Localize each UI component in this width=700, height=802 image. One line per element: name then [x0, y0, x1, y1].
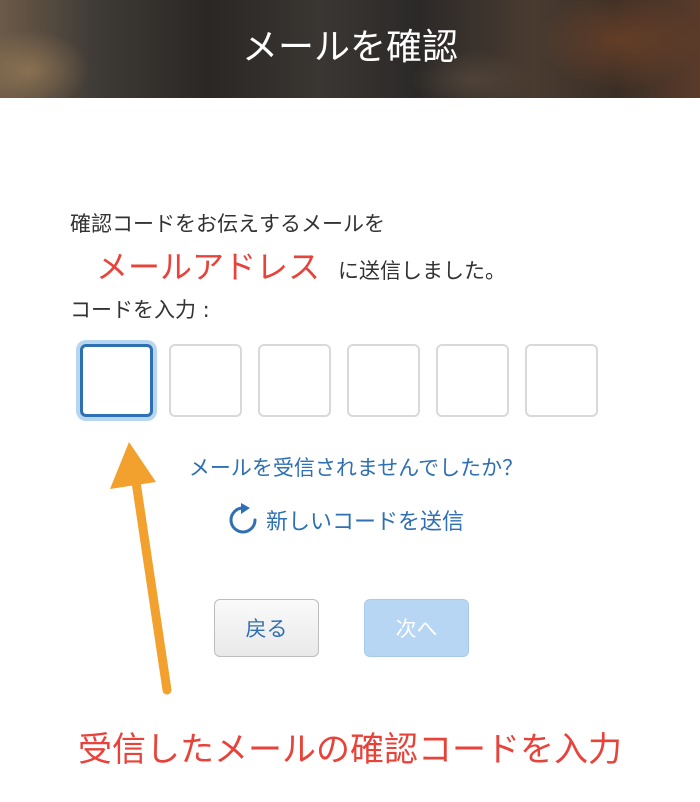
arrow-up-icon — [110, 442, 172, 695]
instruction-caption: 受信したメールの確認コードを入力 — [78, 730, 622, 770]
